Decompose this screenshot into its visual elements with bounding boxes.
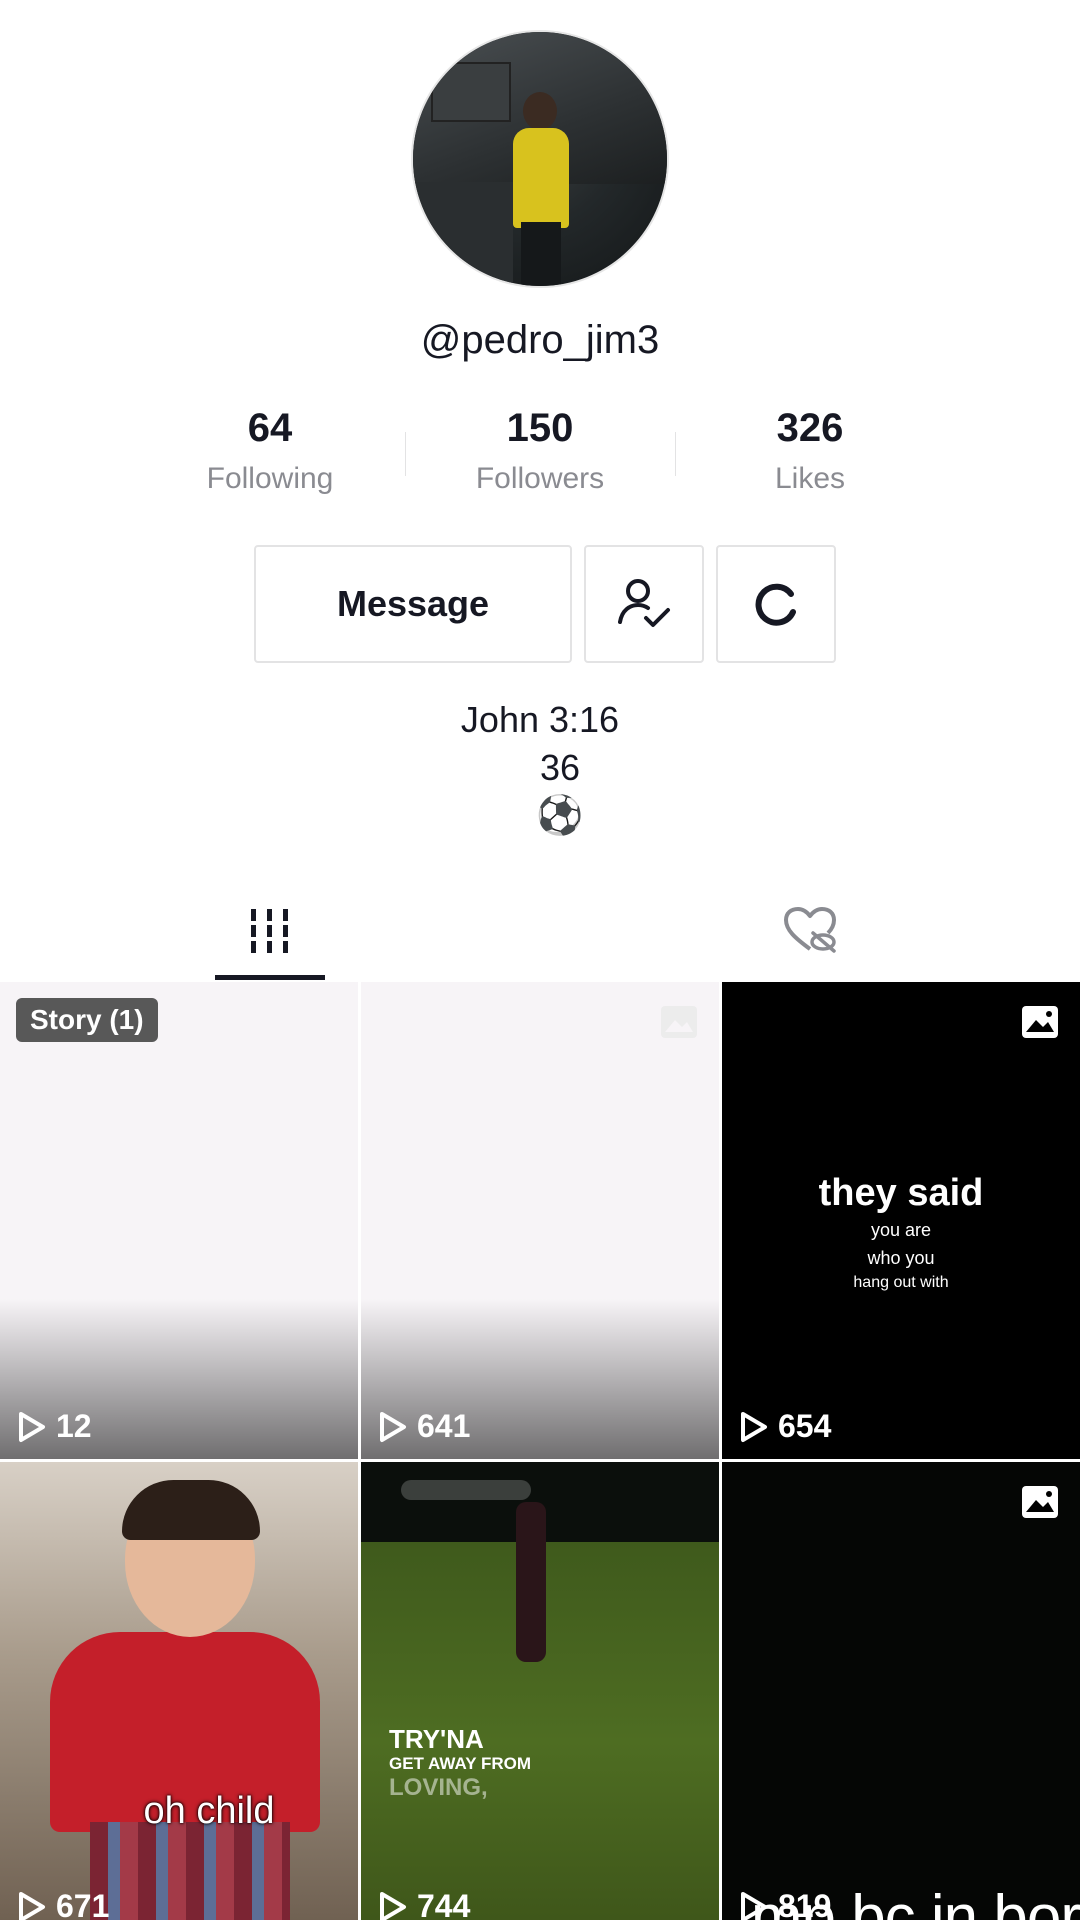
play-icon xyxy=(380,1891,406,1920)
avatar-counter xyxy=(413,182,513,286)
view-count: 654 xyxy=(740,1408,831,1445)
stat-followers[interactable]: 150 Followers xyxy=(405,400,675,510)
grid-bars-icon xyxy=(251,909,288,953)
tab-videos[interactable] xyxy=(0,880,540,980)
thumbnail-text: they said xyxy=(818,1172,984,1214)
stat-following[interactable]: 64 Following xyxy=(135,400,405,510)
view-count: 671 xyxy=(18,1888,109,1920)
video-thumbnail[interactable]: mp bc in bor 819 xyxy=(722,1462,1080,1920)
person-check-icon xyxy=(618,579,670,627)
avatar-person-head xyxy=(523,92,557,130)
bio-line: 36 xyxy=(539,747,581,788)
avatar-person-legs xyxy=(521,222,561,286)
profile-stats: 64 Following 150 Followers 326 Likes xyxy=(135,400,945,510)
profile-username: @pedro_jim3 xyxy=(420,318,660,362)
thumbnail-caption: GET AWAY FROM xyxy=(389,1754,532,1773)
thumbnail-text: you are xyxy=(870,1220,932,1240)
thumbnail-notification xyxy=(401,1480,531,1500)
friends-button[interactable] xyxy=(584,545,704,663)
thumbnail-text: who you xyxy=(867,1248,935,1268)
video-thumbnail[interactable]: Story (1) 12 xyxy=(0,982,358,1459)
thumbnail-player xyxy=(516,1502,546,1662)
play-icon xyxy=(380,1411,406,1442)
play-icon xyxy=(741,1891,767,1920)
video-thumbnail[interactable]: TRY'NA GET AWAY FROM LOVING, 744 xyxy=(361,1462,719,1920)
view-count-value: 671 xyxy=(56,1888,110,1920)
photo-icon xyxy=(1022,1486,1058,1518)
story-badge: Story (1) xyxy=(16,998,158,1042)
play-icon xyxy=(19,1891,45,1920)
view-count-value: 744 xyxy=(417,1888,471,1920)
stat-likes-label: Likes xyxy=(774,462,846,495)
thumbnail-caption: LOVING, xyxy=(389,1774,488,1801)
message-button[interactable]: Message xyxy=(254,545,572,663)
view-count-value: 819 xyxy=(778,1888,832,1920)
thumbnail-caption: oh child xyxy=(143,1790,275,1832)
stat-followers-label: Followers xyxy=(475,462,605,495)
refresh-icon xyxy=(755,583,796,626)
bio-line: John 3:16 xyxy=(460,699,620,740)
play-icon xyxy=(741,1411,767,1442)
stat-divider xyxy=(405,432,406,476)
thumbnail-caption: TRY'NA xyxy=(389,1724,484,1754)
profile-tabs xyxy=(0,880,1080,980)
view-count: 819 xyxy=(740,1888,831,1920)
stat-followers-count: 150 xyxy=(506,406,574,450)
profile-actions: Message xyxy=(254,545,836,663)
play-icon xyxy=(19,1411,45,1442)
video-thumbnail[interactable]: they said you are who you hang out with … xyxy=(722,982,1080,1459)
photo-icon xyxy=(1022,1006,1058,1038)
thumbnail-child-shorts xyxy=(90,1822,290,1920)
avatar-person-jersey xyxy=(513,128,569,228)
view-count-value: 641 xyxy=(417,1408,471,1444)
hidden-heart-icon xyxy=(784,907,836,953)
tab-liked[interactable] xyxy=(540,880,1080,980)
profile-bio: John 3:16 36 ⚽ xyxy=(0,696,1080,840)
view-count: 744 xyxy=(379,1888,470,1920)
refresh-button[interactable] xyxy=(716,545,836,663)
stat-likes-count: 326 xyxy=(776,406,844,450)
photo-icon xyxy=(661,1006,697,1038)
soccer-ball-emoji: ⚽ xyxy=(536,795,584,837)
stat-following-count: 64 xyxy=(247,406,293,450)
video-thumbnail[interactable]: 641 xyxy=(361,982,719,1459)
stat-divider xyxy=(675,432,676,476)
view-count: 641 xyxy=(379,1408,470,1445)
profile-avatar[interactable] xyxy=(411,30,669,288)
stat-following-label: Following xyxy=(206,462,334,495)
thumbnail-text: hang out with xyxy=(853,1274,949,1291)
active-tab-indicator xyxy=(215,975,325,980)
stat-likes[interactable]: 326 Likes xyxy=(675,400,945,510)
view-count: 12 xyxy=(18,1408,92,1445)
avatar-cabinet xyxy=(431,62,511,122)
video-thumbnail[interactable]: oh child 671 xyxy=(0,1462,358,1920)
view-count-value: 12 xyxy=(56,1408,92,1444)
view-count-value: 654 xyxy=(778,1408,832,1444)
